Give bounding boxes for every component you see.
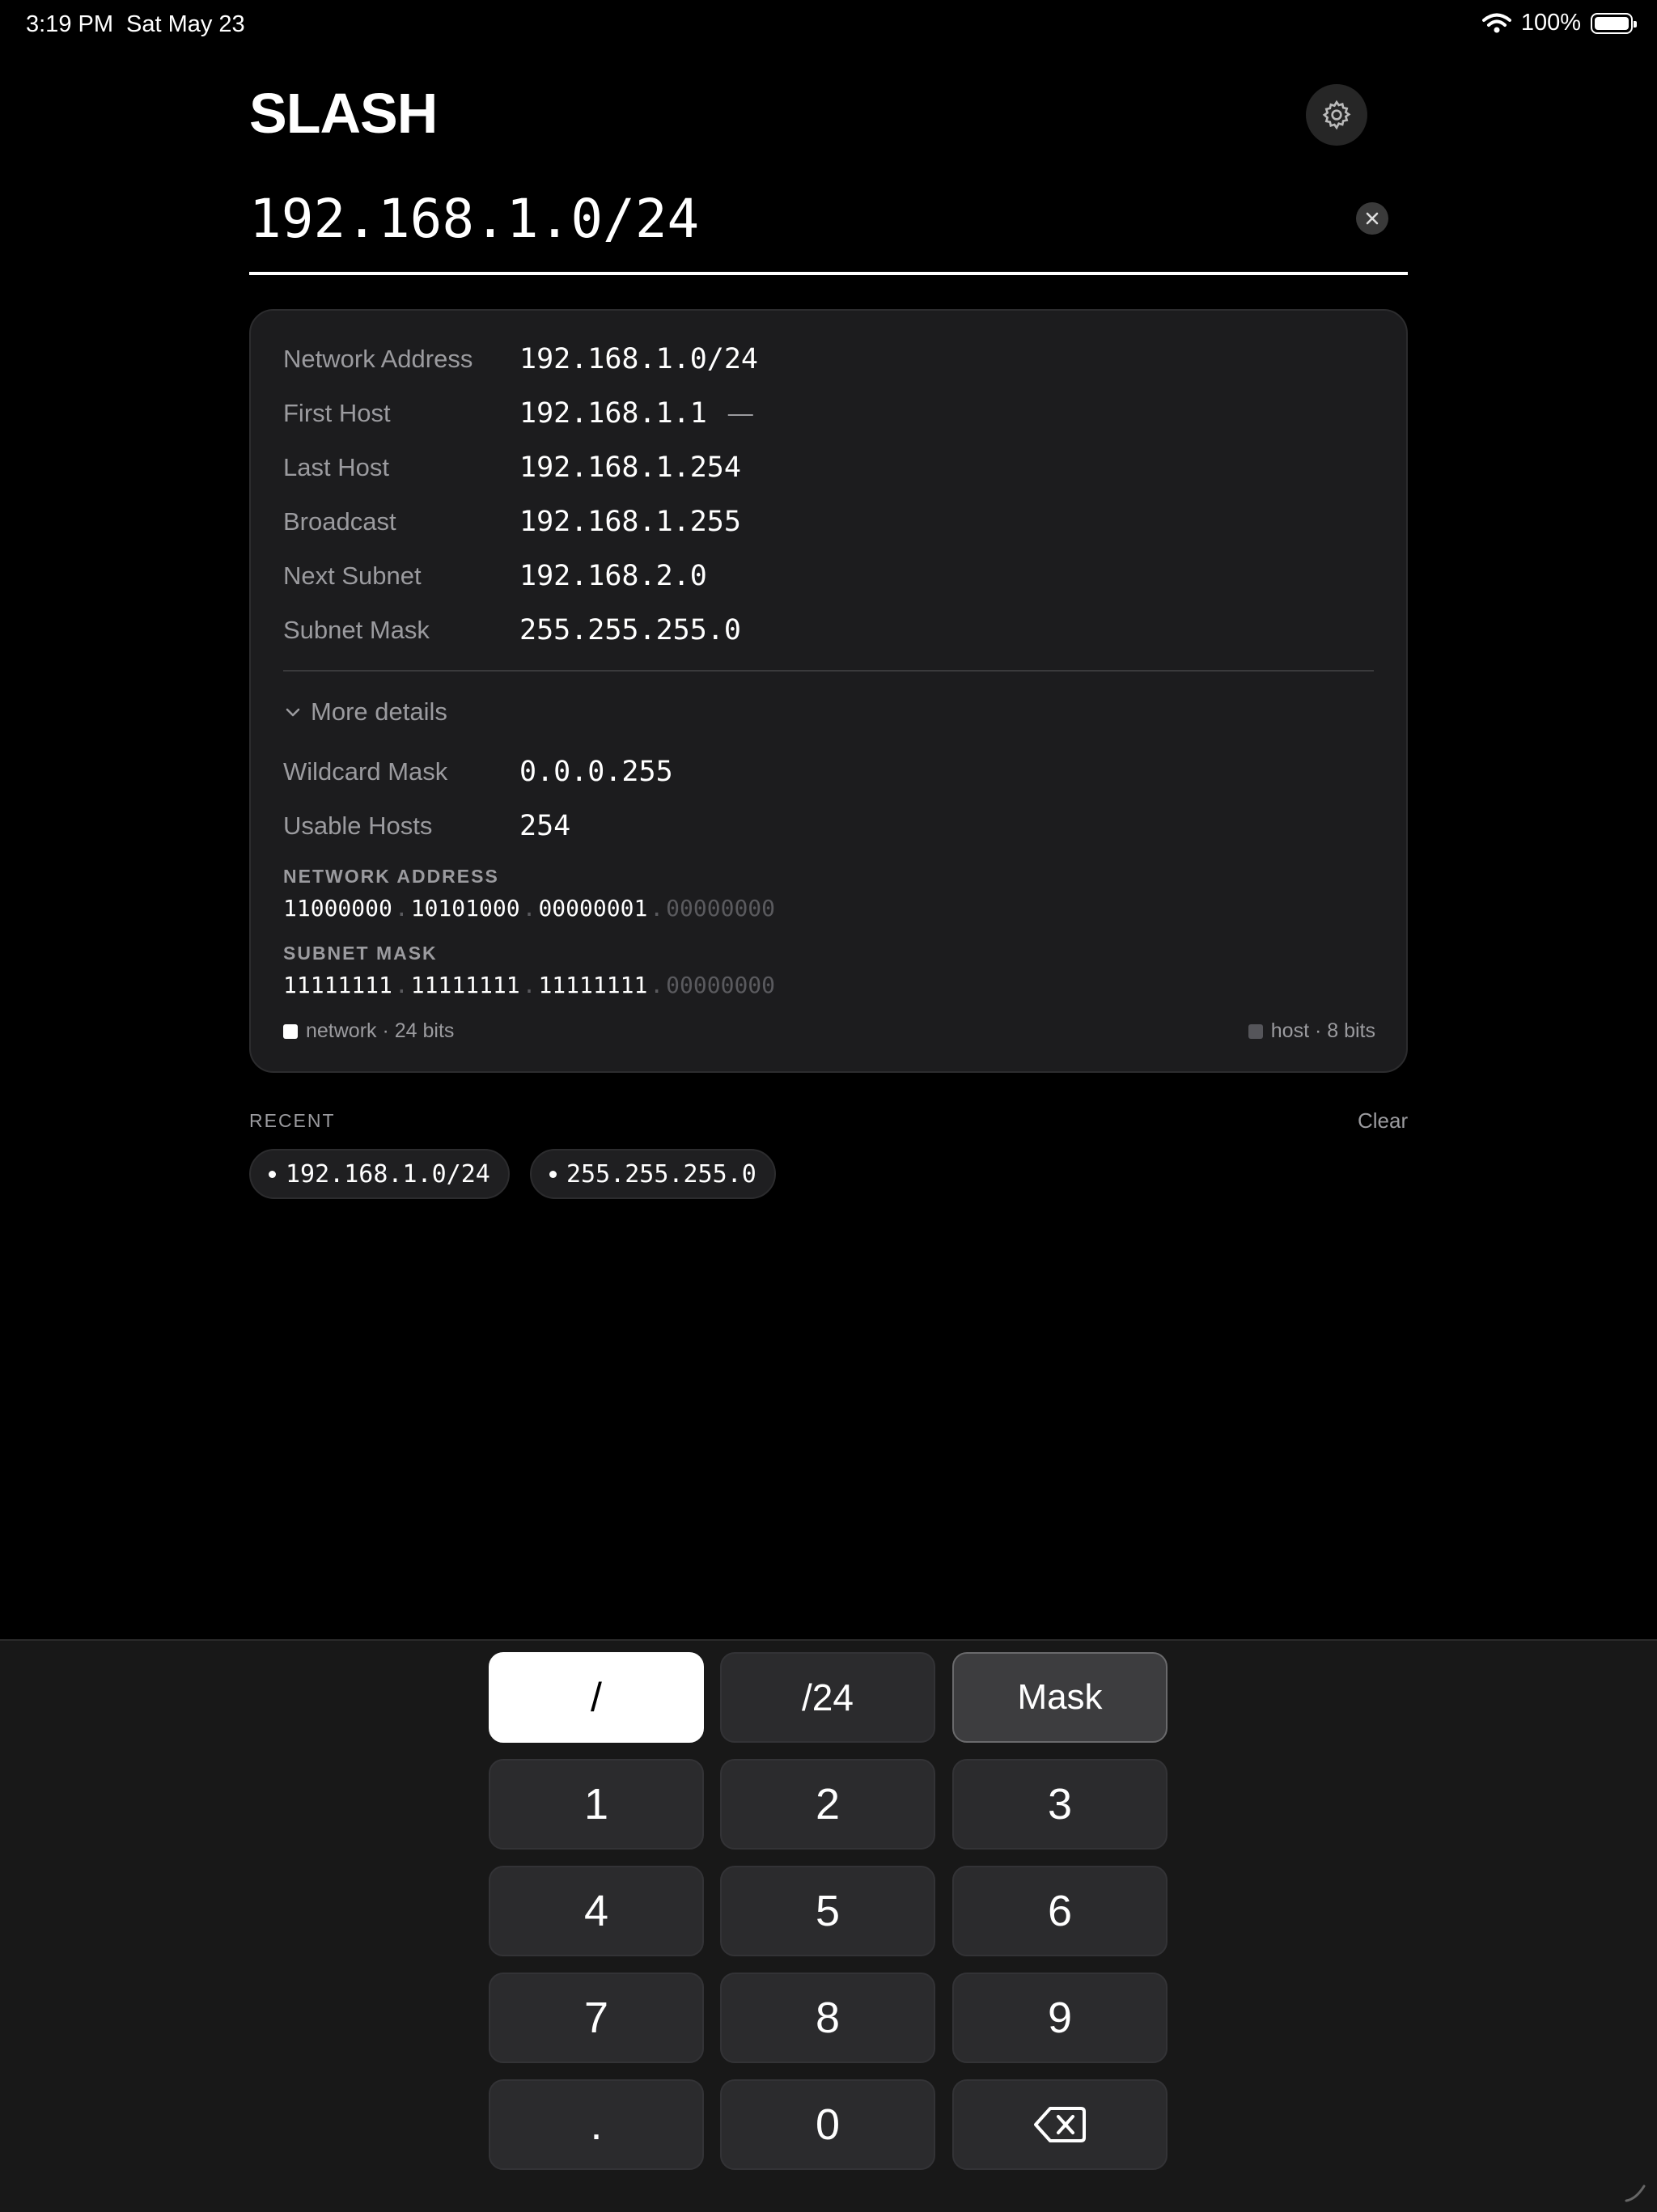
- result-label: Usable Hosts: [283, 811, 433, 840]
- result-label: Broadcast: [283, 507, 396, 536]
- divider: [283, 670, 1374, 672]
- result-label: Subnet Mask: [283, 616, 430, 644]
- key-1[interactable]: 1: [489, 1759, 704, 1850]
- recent-heading: RECENT: [249, 1110, 336, 1131]
- legend-network: network · 24 bits: [283, 1019, 454, 1043]
- octet-separator: .: [650, 972, 664, 998]
- key-5[interactable]: 5: [720, 1866, 935, 1956]
- result-value[interactable]: 192.168.1.1: [519, 397, 707, 430]
- network-swatch: [283, 1023, 298, 1039]
- result-value[interactable]: 255.255.255.0: [519, 614, 741, 646]
- key-mask[interactable]: Mask: [952, 1652, 1168, 1743]
- recent-chip[interactable]: 255.255.255.0: [530, 1149, 776, 1199]
- result-value[interactable]: 0.0.0.255: [519, 756, 673, 788]
- result-row-usable-hosts: Usable Hosts 254: [283, 802, 570, 850]
- address-input-value[interactable]: 192.168.1.0/24: [249, 188, 699, 250]
- bullet: [269, 1170, 276, 1178]
- recent-chip[interactable]: 192.168.1.0/24: [249, 1149, 510, 1199]
- result-row-last-host: Last Host 192.168.1.254: [283, 443, 741, 492]
- binary-octet: 11000000: [283, 895, 392, 922]
- key-6[interactable]: 6: [952, 1866, 1168, 1956]
- binary-subnet-mask: 11111111 . 11111111 . 11111111 . 0000000…: [283, 972, 775, 998]
- binary-octet-host: 00000000: [666, 972, 776, 998]
- binary-network-address: 11000000 . 10101000 . 00000001 . 0000000…: [283, 895, 775, 922]
- result-label: Next Subnet: [283, 561, 422, 590]
- key-3[interactable]: 3: [952, 1759, 1168, 1850]
- result-row-next-subnet: Next Subnet 192.168.2.0: [283, 552, 707, 600]
- more-details-toggle[interactable]: More details: [283, 697, 447, 727]
- octet-separator: .: [394, 972, 409, 998]
- binary-octet: 11111111: [283, 972, 392, 998]
- result-value[interactable]: 192.168.1.255: [519, 506, 741, 538]
- binary-octet: 10101000: [410, 895, 520, 922]
- legend-host-label: host · 8 bits: [1270, 1019, 1375, 1042]
- result-label: Wildcard Mask: [283, 757, 448, 786]
- octet-separator: .: [650, 895, 664, 922]
- recent-chip-label: 192.168.1.0/24: [286, 1159, 490, 1189]
- result-label: Network Address: [283, 345, 473, 373]
- wifi-icon: [1481, 13, 1511, 32]
- results-card: Network Address 192.168.1.0/24 First Hos…: [249, 309, 1408, 1073]
- binary-octet: 11111111: [538, 972, 648, 998]
- result-row-broadcast: Broadcast 192.168.1.255: [283, 498, 741, 546]
- binary-network-label: NETWORK ADDRESS: [283, 866, 499, 887]
- result-value[interactable]: 192.168.1.0/24: [519, 343, 758, 375]
- clear-input-button[interactable]: [1356, 202, 1388, 235]
- key-dot[interactable]: .: [489, 2079, 704, 2170]
- binary-mask-label: SUBNET MASK: [283, 943, 438, 964]
- result-label: First Host: [283, 399, 391, 427]
- octet-separator: .: [522, 895, 536, 922]
- key-0[interactable]: 0: [720, 2079, 935, 2170]
- address-input[interactable]: 192.168.1.0/24: [249, 178, 1408, 275]
- status-time: 3:19 PM: [26, 11, 113, 37]
- octet-separator: .: [394, 895, 409, 922]
- key-slash[interactable]: /: [489, 1652, 704, 1743]
- result-row-network-address: Network Address 192.168.1.0/24: [283, 335, 758, 383]
- binary-octet-host: 00000000: [666, 895, 776, 922]
- resize-grabber-icon: [1625, 2184, 1646, 2202]
- app-title: SLASH: [249, 82, 438, 145]
- key-4[interactable]: 4: [489, 1866, 704, 1956]
- keypad: / /24 Mask 1 2 3 4 5 6 7 8 9 . 0: [0, 1639, 1657, 2212]
- recent-chip-label: 255.255.255.0: [566, 1159, 756, 1189]
- battery-percent: 100%: [1520, 10, 1581, 36]
- octet-separator: .: [522, 972, 536, 998]
- result-row-subnet-mask: Subnet Mask 255.255.255.0: [283, 606, 741, 655]
- status-right: 100%: [1481, 10, 1637, 36]
- host-swatch: [1248, 1023, 1263, 1039]
- status-bar: 3:19 PM Sat May 23 100%: [0, 0, 1657, 52]
- status-date: Sat May 23: [126, 11, 245, 37]
- more-details-label: More details: [311, 697, 447, 726]
- close-icon: [1366, 212, 1379, 225]
- key-8[interactable]: 8: [720, 1973, 935, 2063]
- binary-octet: 11111111: [410, 972, 520, 998]
- result-value[interactable]: 254: [519, 810, 570, 842]
- key-backspace[interactable]: [952, 2079, 1168, 2170]
- legend-network-label: network · 24 bits: [306, 1019, 455, 1042]
- chevron-down-icon: [286, 708, 300, 717]
- key-2[interactable]: 2: [720, 1759, 935, 1850]
- key-9[interactable]: 9: [952, 1973, 1168, 2063]
- key-cidr-24[interactable]: /24: [720, 1652, 935, 1743]
- key-7[interactable]: 7: [489, 1973, 704, 2063]
- binary-octet: 00000001: [538, 895, 648, 922]
- result-label: Last Host: [283, 453, 389, 481]
- gear-icon: [1322, 100, 1351, 130]
- legend-host: host · 8 bits: [1248, 1019, 1375, 1043]
- clear-recent-button[interactable]: Clear: [1358, 1108, 1408, 1134]
- result-value[interactable]: 192.168.2.0: [519, 560, 707, 592]
- result-value[interactable]: 192.168.1.254: [519, 451, 741, 484]
- result-suffix: —: [727, 399, 753, 427]
- backspace-icon: [1034, 2107, 1086, 2142]
- result-row-first-host: First Host 192.168.1.1 —: [283, 389, 753, 438]
- result-row-wildcard-mask: Wildcard Mask 0.0.0.255: [283, 748, 673, 796]
- settings-button[interactable]: [1306, 84, 1367, 146]
- battery-icon: [1591, 12, 1637, 34]
- bullet: [549, 1170, 557, 1178]
